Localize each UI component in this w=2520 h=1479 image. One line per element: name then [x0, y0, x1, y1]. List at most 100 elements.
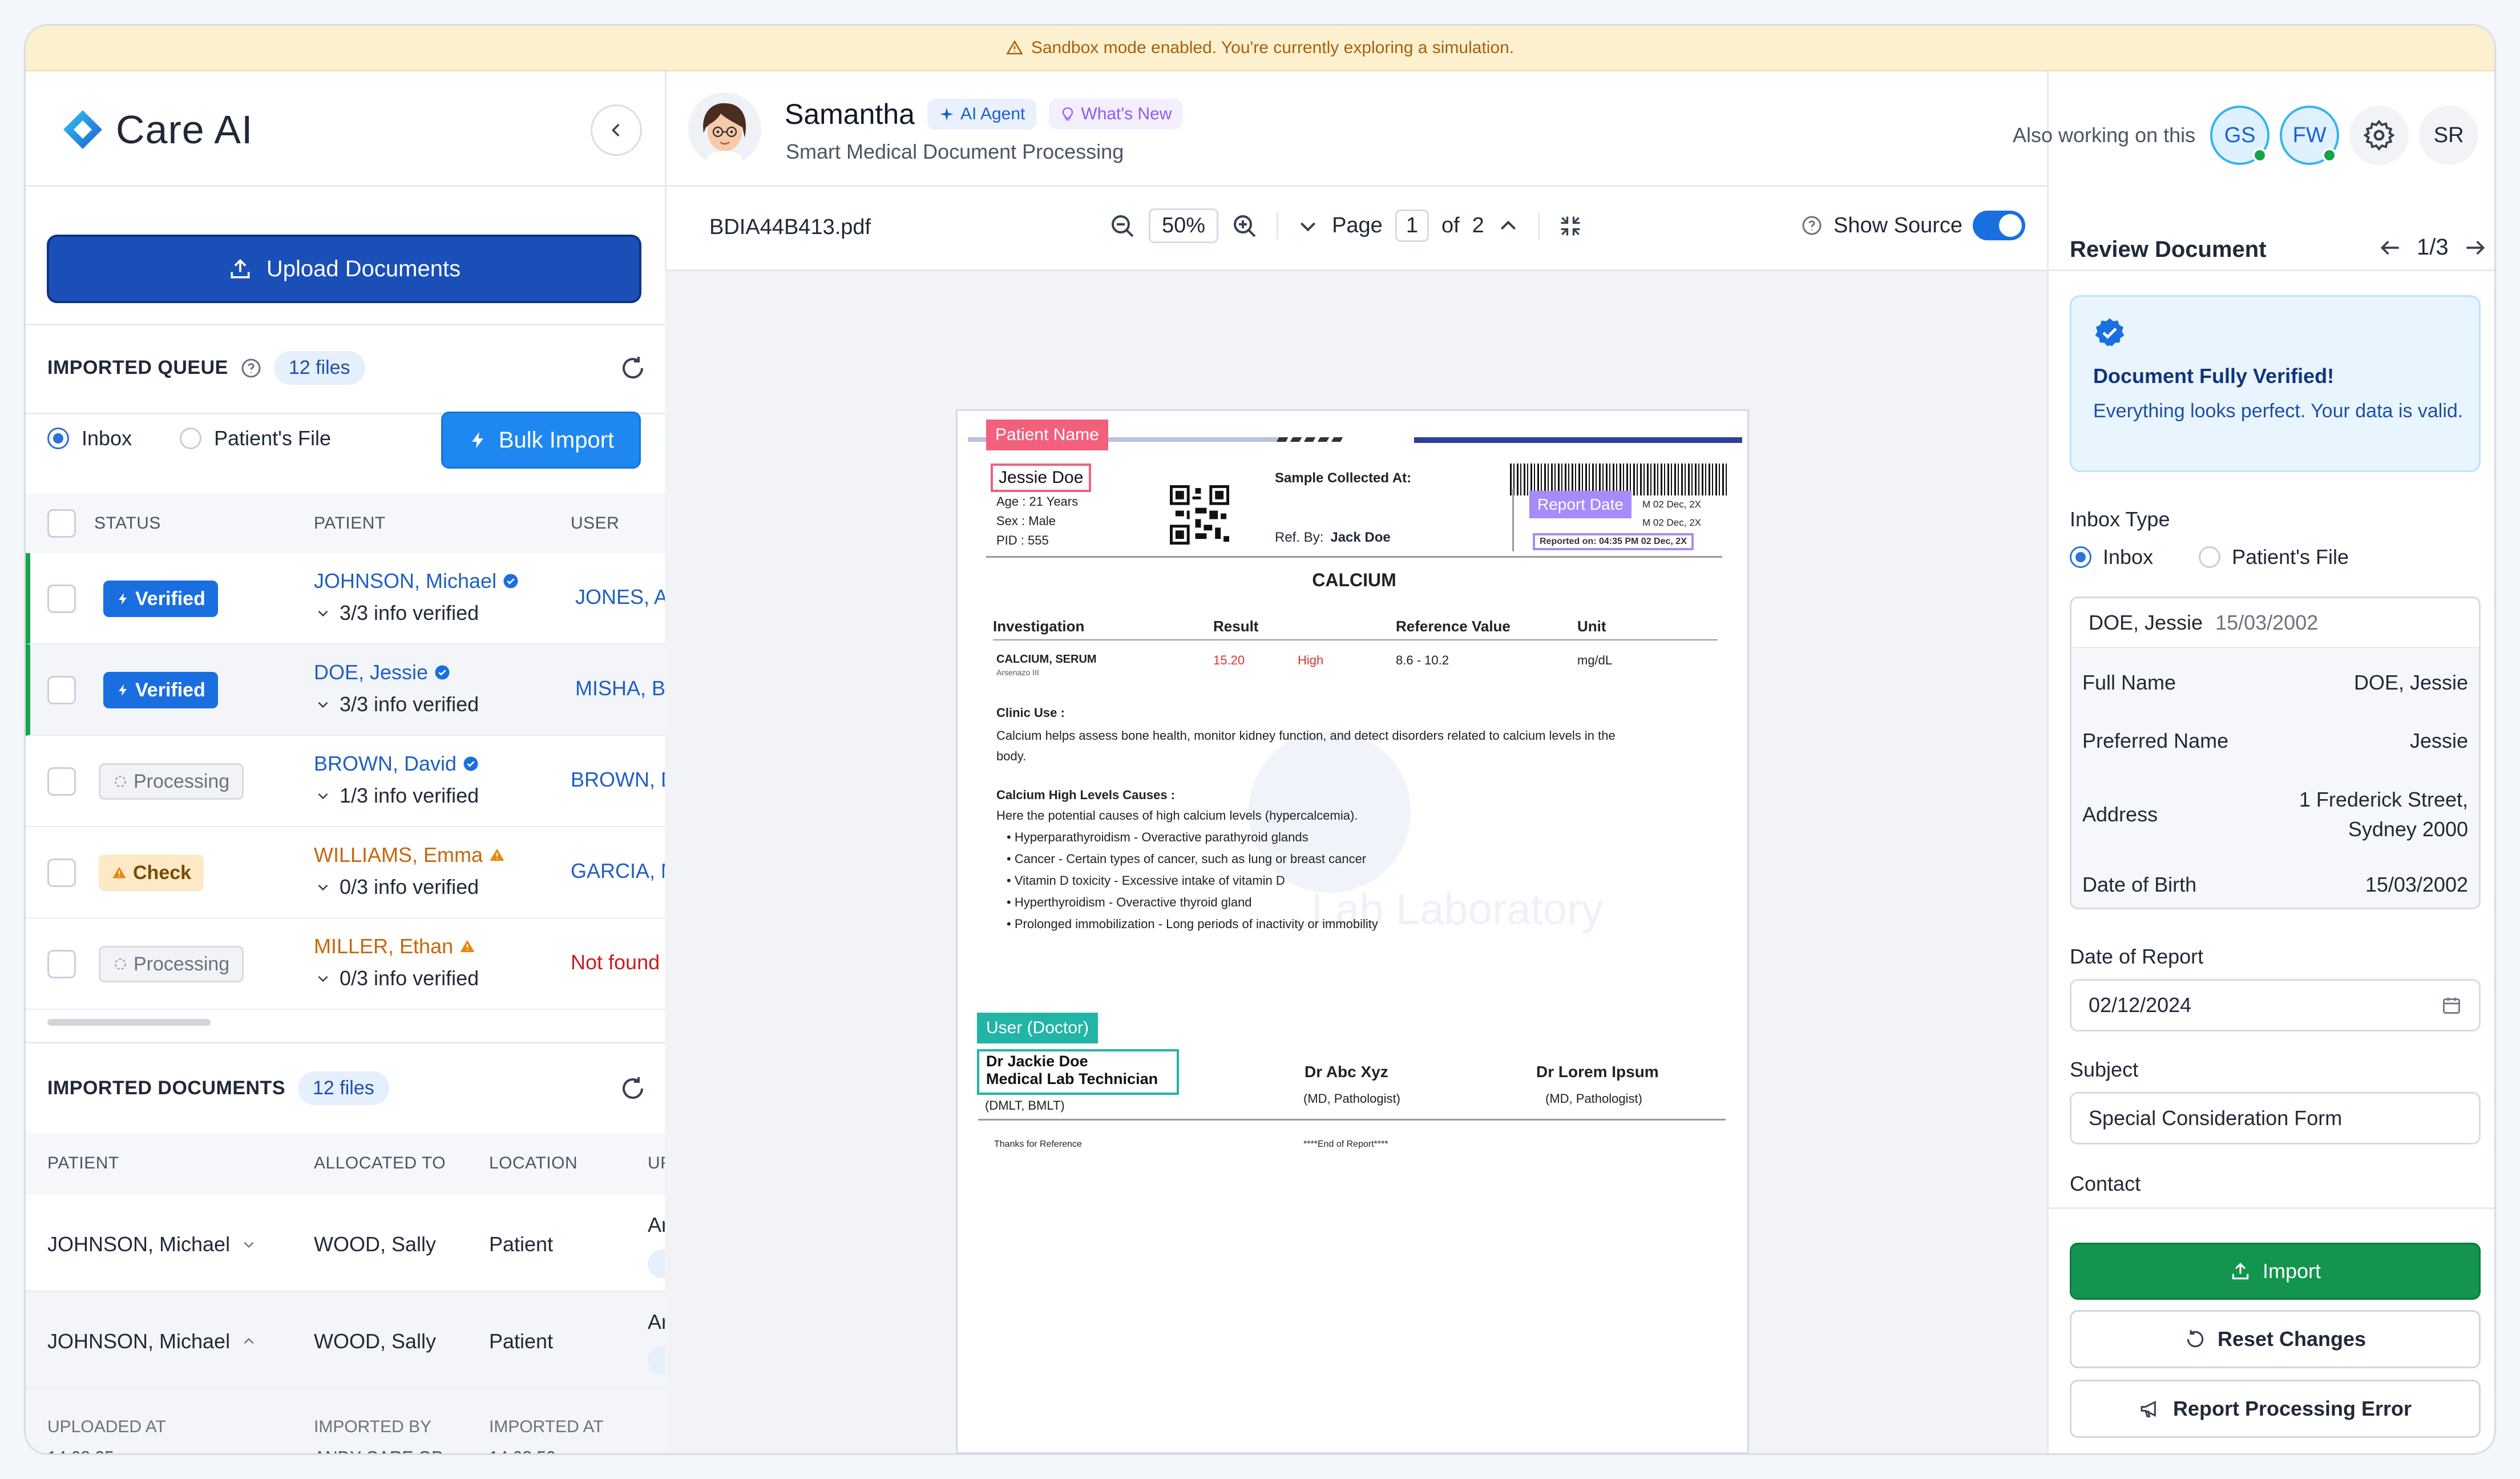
status-badge: Verified — [103, 581, 218, 617]
patient-name[interactable]: BROWN, David — [314, 752, 457, 776]
imported-queue-title: IMPORTED QUEUE — [47, 357, 228, 378]
verified-title: Document Fully Verified! — [2093, 364, 2335, 388]
detail-label: IMPORTED AT — [489, 1417, 604, 1436]
user-name: GARCIA, M — [571, 859, 665, 882]
report-error-button[interactable]: Report Processing Error — [2070, 1380, 2481, 1438]
table-row[interactable]: Verified DOE, Jessie 3/3 info verified M… — [26, 644, 665, 736]
doctor-highlight[interactable]: Dr Jackie Doe Medical Lab Technician — [977, 1049, 1179, 1095]
collapse-icon[interactable] — [1558, 213, 1583, 239]
column-allocated-to: ALLOCATED TO — [314, 1154, 446, 1172]
zoom-out-icon[interactable] — [1109, 212, 1136, 240]
doctor-2-name: Dr Abc Xyz — [1305, 1063, 1388, 1081]
document-row[interactable]: JOHNSON, Michael WOOD, Sally Patient Ar — [26, 1195, 665, 1292]
tag-user-doctor[interactable]: User (Doctor) — [977, 1013, 1099, 1043]
sandbox-banner-text: Sandbox mode enabled. You're currently e… — [1031, 38, 1515, 57]
radio-patient-file[interactable] — [2199, 546, 2221, 568]
status-badge: Processing — [99, 763, 244, 800]
verified-callout: Document Fully Verified! Everything look… — [2070, 295, 2481, 472]
brand-name: Care AI — [116, 107, 253, 152]
select-all-checkbox[interactable] — [47, 509, 76, 538]
field-value: 1 Frederick Street, Sydney 2000 — [2299, 788, 2468, 841]
whats-new-badge[interactable]: What's New — [1049, 99, 1184, 130]
table-row[interactable]: Processing BROWN, David 1/3 info verifie… — [26, 736, 665, 827]
row-checkbox[interactable] — [47, 859, 76, 887]
row-checkbox[interactable] — [47, 676, 76, 704]
refresh-icon[interactable] — [619, 354, 647, 382]
table-row[interactable]: Verified JOHNSON, Michael 3/3 info verif… — [26, 553, 665, 644]
import-label: Import — [2262, 1259, 2321, 1283]
document-row[interactable]: JOHNSON, Michael WOOD, Sally Patient Ar — [26, 1292, 665, 1389]
patient-name[interactable]: DOE, Jessie — [314, 660, 428, 684]
chevron-down-icon[interactable] — [316, 971, 330, 986]
row-checkbox[interactable] — [47, 950, 76, 978]
review-counter: 1/3 — [2417, 235, 2449, 260]
left-panel: Care AI Upload Documents IMPORTED QUEUE … — [26, 71, 665, 1453]
user-name: Not found — [571, 950, 660, 974]
date-of-report-input[interactable]: 02/12/2024 — [2070, 979, 2481, 1031]
tag-report-date[interactable]: Report Date — [1529, 491, 1631, 518]
patient-name-highlight[interactable]: Jessie Doe — [991, 464, 1092, 492]
help-circle-icon[interactable] — [240, 357, 262, 380]
radio-inbox[interactable] — [47, 428, 69, 449]
chevron-up-icon[interactable] — [241, 1334, 256, 1349]
row-checkbox[interactable] — [47, 585, 76, 613]
chevron-down-icon[interactable] — [316, 697, 330, 712]
chevron-down-icon[interactable] — [316, 606, 330, 620]
column-status: STATUS — [94, 514, 161, 533]
report-date-highlight[interactable]: Reported on: 04:35 PM 02 Dec, 2X — [1533, 533, 1694, 550]
inbox-type-label: Inbox Type — [2070, 507, 2170, 531]
zoom-level[interactable]: 50% — [1149, 208, 1219, 243]
upload-documents-button[interactable]: Upload Documents — [47, 235, 641, 303]
field-value: 15/03/2002 — [2365, 873, 2468, 896]
chevron-down-icon[interactable] — [241, 1237, 256, 1252]
status-label: Verified — [135, 679, 205, 701]
info-verified: 0/3 info verified — [340, 966, 479, 990]
queue-table-header: STATUS PATIENT USER — [26, 494, 665, 553]
row-checkbox[interactable] — [47, 767, 76, 796]
table-row[interactable]: Processing MILLER, Ethan 0/3 info verifi… — [26, 918, 665, 1010]
cause-item: • Hyperparathyroidism - Overactive parat… — [1007, 830, 1309, 844]
verified-badge-icon — [2095, 318, 2125, 346]
calendar-icon[interactable] — [2441, 995, 2462, 1015]
info-verified: 0/3 info verified — [340, 875, 479, 898]
horizontal-scrollbar[interactable] — [47, 1019, 211, 1026]
arrow-left-icon[interactable] — [2378, 235, 2403, 260]
field-label: Preferred Name — [2082, 729, 2229, 752]
warning-icon — [460, 940, 475, 952]
zoom-in-icon[interactable] — [1231, 212, 1258, 240]
of-label: of — [1441, 213, 1460, 237]
patient-name[interactable]: MILLER, Ethan — [314, 934, 453, 958]
chevron-down-icon[interactable] — [316, 880, 330, 894]
chevron-down-icon[interactable] — [316, 788, 330, 803]
collapse-sidebar-button[interactable] — [591, 104, 642, 156]
chevron-down-icon[interactable] — [1297, 215, 1319, 237]
ai-agent-badge: AI Agent — [927, 99, 1037, 130]
show-source-switch[interactable] — [1973, 211, 2026, 240]
bulk-import-button[interactable]: Bulk Import — [441, 412, 641, 469]
radio-patient-file[interactable] — [180, 428, 202, 449]
document-details: UPLOADED AT IMPORTED BY IMPORTED AT 14:0… — [26, 1389, 665, 1453]
reset-changes-button[interactable]: Reset Changes — [2070, 1310, 2481, 1368]
table-row[interactable]: Check WILLIAMS, Emma 0/3 info verified G… — [26, 827, 665, 918]
agent-subtitle: Smart Medical Document Processing — [786, 140, 1124, 163]
chevron-up-icon[interactable] — [1497, 215, 1520, 237]
user-name: JONES, Al — [575, 585, 665, 608]
help-circle-icon[interactable] — [1800, 214, 1823, 237]
review-pager: 1/3 — [2378, 235, 2487, 260]
patient-select[interactable]: DOE, Jessie 15/03/2002 — [2070, 597, 2481, 649]
refresh-icon[interactable] — [619, 1075, 647, 1102]
patient-name[interactable]: JOHNSON, Michael — [314, 569, 496, 593]
status-label: Processing — [134, 953, 230, 975]
patient-name[interactable]: WILLIAMS, Emma — [314, 843, 483, 867]
tag-patient-name[interactable]: Patient Name — [986, 420, 1108, 450]
clinic-text-2: body. — [996, 749, 1027, 763]
clinic-title: Clinic Use : — [996, 706, 1065, 720]
document-viewer: Samantha AI Agent What's New Smart Medic… — [665, 71, 2047, 1453]
subject-input[interactable]: Special Consideration Form — [2070, 1092, 2481, 1144]
import-button[interactable]: Import — [2070, 1243, 2481, 1300]
col-investigation: Investigation — [993, 618, 1085, 635]
page-number-input[interactable]: 1 — [1395, 209, 1429, 242]
review-title: Review Document — [2070, 237, 2267, 262]
arrow-right-icon[interactable] — [2462, 235, 2487, 260]
radio-inbox[interactable] — [2070, 546, 2091, 568]
